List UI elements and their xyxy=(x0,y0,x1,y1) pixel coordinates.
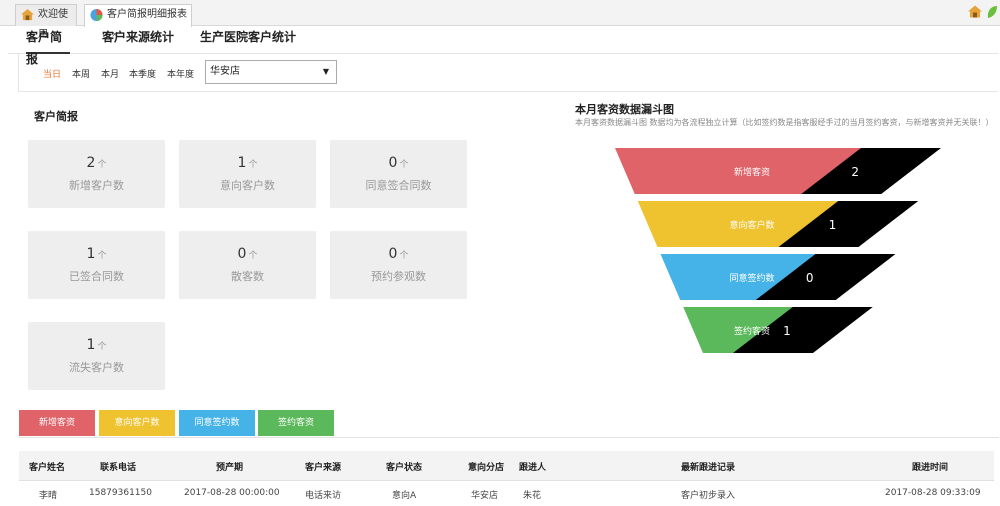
stat-value-wrap: 2个 xyxy=(28,155,165,171)
period-month[interactable]: 本月 xyxy=(101,67,119,80)
stat-value-wrap: 1个 xyxy=(28,337,165,353)
cell-follow-time: 2017-08-28 09:33:09 xyxy=(885,488,981,498)
stat-card-walkin-customers[interactable]: 0个 散客数 xyxy=(179,231,316,299)
stat-label: 意向客户数 xyxy=(220,179,275,192)
stat-value-wrap: 1个 xyxy=(28,246,165,262)
stat-card-lost-customers[interactable]: 1个 流失客户数 xyxy=(28,322,165,390)
tab-customer-brief[interactable]: 客户简报 xyxy=(26,26,70,66)
stat-value-wrap: 1个 xyxy=(179,155,316,171)
column-header[interactable]: 客户姓名 xyxy=(29,460,65,473)
legend-new-customers-button[interactable]: 新增客资 xyxy=(19,410,95,436)
store-select-value: 华安店 xyxy=(210,66,240,77)
funnel-title: 本月客资数据漏斗图 xyxy=(575,103,674,116)
column-header[interactable]: 跟进时间 xyxy=(912,460,948,473)
cell-store: 华安店 xyxy=(471,491,499,501)
stat-card-signed-contracts[interactable]: 1个 已签合同数 xyxy=(28,231,165,299)
stat-label: 散客数 xyxy=(231,270,264,283)
funnel-category-label: 同意签约数 xyxy=(729,272,774,284)
funnel-category-label: 意向客户数 xyxy=(729,219,774,231)
stat-value: 1 xyxy=(86,337,96,353)
column-header[interactable]: 最新跟进记录 xyxy=(681,460,735,473)
stat-label: 流失客户数 xyxy=(69,361,124,374)
period-quarter[interactable]: 本季度 xyxy=(129,67,156,80)
home-icon xyxy=(21,9,34,21)
column-header[interactable]: 预产期 xyxy=(216,460,243,473)
stat-value: 0 xyxy=(388,246,398,262)
legend-signed-customers-button[interactable]: 签约客资 xyxy=(258,410,334,436)
legend-intent-customers-button[interactable]: 意向客户数 xyxy=(99,410,175,436)
window-tab-bar: 欢迎使用 客户简报明细报表× xyxy=(0,0,1000,40)
funnel-value-label: 2 xyxy=(851,165,859,179)
stat-value: 2 xyxy=(86,155,96,171)
stat-unit: 个 xyxy=(248,160,258,170)
tab-hospital-customers[interactable]: 生产医院客户统计 xyxy=(200,26,296,54)
funnel-value-label: 1 xyxy=(783,324,791,338)
cell-phone: 15879361150 xyxy=(89,488,152,498)
cell-status: 意向A xyxy=(392,491,417,501)
tab-customer-report[interactable]: 客户简报明细报表× xyxy=(84,4,192,40)
stat-unit: 个 xyxy=(97,342,107,352)
cell-due-date: 2017-08-28 00:00:00 xyxy=(184,488,280,498)
stat-value-wrap: 0个 xyxy=(330,155,467,171)
stat-label: 已签合同数 xyxy=(69,270,124,283)
funnel-category-label: 签约客资 xyxy=(734,325,770,337)
stat-value: 1 xyxy=(86,246,96,262)
stat-label: 新增客户数 xyxy=(69,179,124,192)
stat-label: 预约参观数 xyxy=(371,270,426,283)
column-header[interactable]: 意向分店 xyxy=(468,460,504,473)
stat-unit: 个 xyxy=(399,160,409,170)
store-select[interactable]: 华安店 ▼ xyxy=(205,60,337,84)
stat-unit: 个 xyxy=(248,251,258,261)
caret-down-icon: ▼ xyxy=(322,67,329,76)
column-header[interactable]: 联系电话 xyxy=(100,460,136,473)
funnel-chart: 新增客资 2 意向客户数 1 同意签约数 0 签约客资 1 xyxy=(615,148,941,353)
stat-unit: 个 xyxy=(97,251,107,261)
stat-value-wrap: 0个 xyxy=(179,246,316,262)
stat-unit: 个 xyxy=(399,251,409,261)
funnel-legend-buttons: 新增客资 意向客户数 同意签约数 签约客资 xyxy=(19,408,999,438)
tab-customer-source[interactable]: 客户来源统计 xyxy=(102,26,174,54)
pie-chart-icon xyxy=(90,9,103,21)
column-header[interactable]: 客户来源 xyxy=(305,460,341,473)
home-icon[interactable] xyxy=(968,5,982,19)
report-subnav: 客户简报 客户来源统计 生产医院客户统计 xyxy=(8,26,998,66)
funnel-value-label: 0 xyxy=(806,271,814,285)
stat-card-new-customers[interactable]: 2个 新增客户数 xyxy=(28,140,165,208)
period-year[interactable]: 本年度 xyxy=(167,67,194,80)
leaf-icon[interactable] xyxy=(986,5,998,19)
column-header[interactable]: 客户状态 xyxy=(386,460,422,473)
stat-value-wrap: 0个 xyxy=(330,246,467,262)
stat-unit: 个 xyxy=(97,160,107,170)
table-header: 客户姓名 联系电话 预产期 客户来源 客户状态 意向分店 跟进人 最新跟进记录 … xyxy=(19,451,994,481)
stat-card-visit-appointments[interactable]: 0个 预约参观数 xyxy=(330,231,467,299)
stat-card-intent-customers[interactable]: 1个 意向客户数 xyxy=(179,140,316,208)
legend-agreed-contracts-button[interactable]: 同意签约数 xyxy=(179,410,255,436)
tab-customer-report-label: 客户简报明细报表 xyxy=(107,9,187,20)
filter-bar: 当日 本周 本月 本季度 本年度 华安店 ▼ xyxy=(18,54,998,92)
cell-latest-record: 客户初步录入 xyxy=(681,491,736,501)
funnel-category-label: 新增客资 xyxy=(734,166,770,178)
funnel-value-label: 1 xyxy=(829,218,837,232)
cell-source: 电话来访 xyxy=(305,491,342,501)
stat-card-agreed-contracts[interactable]: 0个 同意签合同数 xyxy=(330,140,467,208)
table-row[interactable]: 李晴 15879361150 2017-08-28 00:00:00 电话来访 … xyxy=(19,482,994,506)
period-today[interactable]: 当日 xyxy=(43,67,61,80)
stat-value: 0 xyxy=(388,155,398,171)
period-week[interactable]: 本周 xyxy=(72,67,90,80)
column-header[interactable]: 跟进人 xyxy=(519,460,546,473)
funnel-description: 本月客资数据漏斗图 数据均为各流程独立计算（比如签约数是指客服经手过的当月签约客… xyxy=(575,118,994,127)
cell-customer-name: 李晴 xyxy=(39,491,58,501)
stat-value: 1 xyxy=(237,155,247,171)
cell-follower: 朱花 xyxy=(523,491,542,501)
summary-title: 客户简报 xyxy=(34,110,78,123)
tab-welcome[interactable]: 欢迎使用 xyxy=(15,4,77,40)
stat-label: 同意签合同数 xyxy=(365,179,432,192)
stat-value: 0 xyxy=(237,246,247,262)
